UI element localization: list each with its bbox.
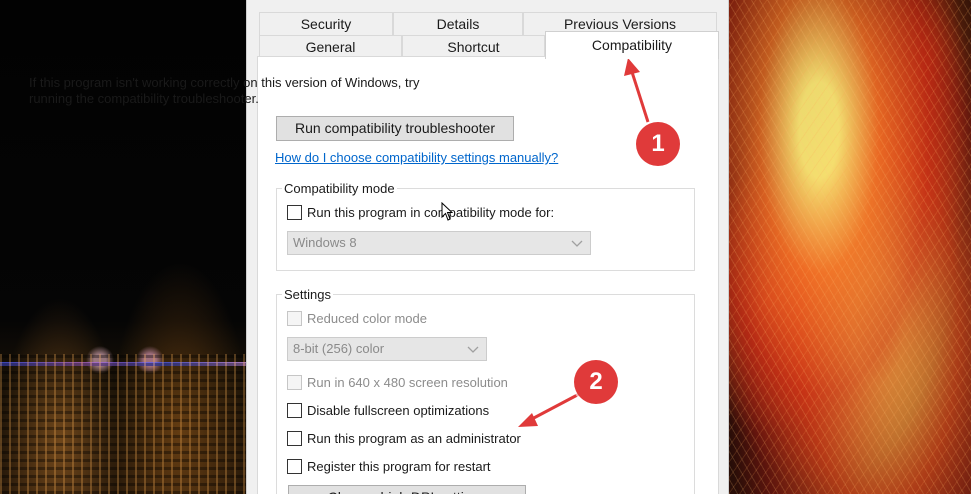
resolution-640-checkbox <box>287 374 302 390</box>
disable-fullscreen-row[interactable]: Disable fullscreen optimizations <box>287 401 489 419</box>
compat-mode-select: Windows 8 <box>287 231 591 255</box>
compat-mode-group <box>276 188 695 271</box>
intro-text: If this program isn't working correctly … <box>29 75 420 106</box>
settings-title: Settings <box>282 287 333 302</box>
wallpaper-skyline <box>0 354 246 494</box>
disable-fullscreen-label: Disable fullscreen optimizations <box>307 402 490 418</box>
disable-fullscreen-checkbox[interactable] <box>287 402 302 418</box>
tab-compatibility[interactable]: Compatibility <box>545 31 719 59</box>
compat-mode-title: Compatibility mode <box>282 181 397 196</box>
resolution-640-label: Run in 640 x 480 screen resolution <box>307 374 508 390</box>
compat-mode-select-value: Windows 8 <box>293 235 357 250</box>
register-restart-row[interactable]: Register this program for restart <box>287 457 491 475</box>
wallpaper-sparks <box>729 0 971 494</box>
compat-mode-checkbox[interactable] <box>287 204 302 220</box>
chevron-down-icon <box>467 346 479 353</box>
reduced-color-row: Reduced color mode <box>287 309 427 327</box>
tab-security[interactable]: Security <box>259 12 393 36</box>
wallpaper-fireworks <box>729 0 971 494</box>
reduced-color-checkbox <box>287 310 302 326</box>
resolution-640-row: Run in 640 x 480 screen resolution <box>287 373 508 391</box>
reduced-color-label: Reduced color mode <box>307 310 427 326</box>
high-dpi-button[interactable]: Change high DPI settings <box>288 485 526 494</box>
register-restart-checkbox[interactable] <box>287 458 302 474</box>
run-as-admin-label: Run this program as an administrator <box>307 430 521 446</box>
register-restart-label: Register this program for restart <box>307 458 491 474</box>
compat-mode-label: Run this program in compatibility mode f… <box>307 204 555 220</box>
run-troubleshooter-button[interactable]: Run compatibility troubleshooter <box>276 116 514 141</box>
annotation-marker-2: 2 <box>574 360 618 404</box>
tab-details[interactable]: Details <box>393 12 523 36</box>
help-link[interactable]: How do I choose compatibility settings m… <box>275 150 558 165</box>
chevron-down-icon <box>571 240 583 247</box>
annotation-marker-1: 1 <box>636 122 680 166</box>
run-as-admin-row[interactable]: Run this program as an administrator <box>287 429 521 447</box>
color-mode-select-value: 8-bit (256) color <box>293 341 385 356</box>
compat-mode-checkbox-row[interactable]: Run this program in compatibility mode f… <box>287 203 554 221</box>
color-mode-select: 8-bit (256) color <box>287 337 487 361</box>
run-as-admin-checkbox[interactable] <box>287 430 302 446</box>
mouse-cursor-icon <box>441 202 453 221</box>
